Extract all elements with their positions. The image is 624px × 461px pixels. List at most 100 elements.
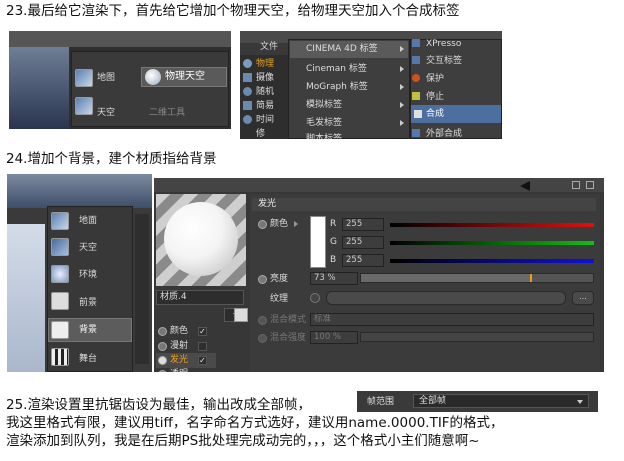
blend-mode-label: 混合模式 xyxy=(270,315,307,325)
channel-luminance-dot xyxy=(158,356,167,365)
channel-color-label[interactable]: 颜色 xyxy=(170,323,188,339)
xpresso-icon xyxy=(412,39,420,47)
channel-transparency-label[interactable]: 透明 xyxy=(170,366,188,372)
side-column xyxy=(135,214,149,364)
color-anim-dot xyxy=(258,220,267,229)
frame-range-value: 全部帧 xyxy=(419,396,447,406)
menu-item-2d-tool[interactable]: 二维工具 xyxy=(149,105,185,121)
lock-icon[interactable] xyxy=(572,181,580,189)
submenu-stop[interactable]: 停止 xyxy=(426,89,444,105)
brightness-anim-dot xyxy=(258,275,267,284)
object-row-6[interactable]: 修 xyxy=(256,126,265,139)
channel-color-dot xyxy=(158,327,167,336)
menu-item-environment[interactable]: 环境 xyxy=(79,267,97,283)
stop-icon xyxy=(412,92,420,100)
material-editor: 材质.4 颜色 ✓ 漫射 发光 ✓ 透明 发光 颜色 R 255 G 255 B… xyxy=(154,178,604,372)
blend-strength-dot xyxy=(258,334,267,343)
expand-icon[interactable] xyxy=(294,221,298,227)
camera-icon xyxy=(243,73,252,82)
step25-line3: 渲染添加到队列，我是在后期PS批处理完成动完的，，，这个格式小主们随意啊~ xyxy=(6,433,480,449)
back-arrow-icon[interactable] xyxy=(520,181,530,191)
submenu-protection[interactable]: 保护 xyxy=(426,71,444,87)
panel-title: 发光 xyxy=(258,199,277,209)
channel-diffuse-checkbox[interactable] xyxy=(198,342,207,351)
r-label: R xyxy=(330,219,337,229)
window-icon[interactable] xyxy=(586,181,594,189)
b-value[interactable]: 255 xyxy=(342,254,384,267)
globe-icon xyxy=(243,59,252,68)
step24-text: 24.增加个背景，建个材质指给背景 xyxy=(6,151,217,167)
submenu-highlight xyxy=(411,105,501,123)
g-label: G xyxy=(330,237,337,247)
brightness-marker xyxy=(530,274,532,282)
step23-text: 23.最后给它渲染下，首先给它增加个物理天空，给物理天空加入个合成标签 xyxy=(6,3,460,19)
pick-cursor-icon[interactable] xyxy=(234,308,248,322)
clock-icon xyxy=(243,115,252,124)
step23-right-screenshot: 文件 物理 摄像 随机 简易 时间 修 CINEMA 4D 标签 Cineman… xyxy=(240,31,502,139)
channel-luminance-checkbox[interactable]: ✓ xyxy=(198,356,207,365)
menu-hair-tags[interactable]: 毛发标签 xyxy=(306,115,342,131)
editor-titlebar xyxy=(154,178,604,192)
menu-item-floor[interactable]: 地图 xyxy=(97,70,115,86)
submenu-arrow-icon xyxy=(400,46,404,52)
material-name: 材质.4 xyxy=(160,292,187,302)
sky-icon xyxy=(51,238,69,256)
step25-line2: 我这里格式有限，建议用tiff，名字命名方式选好，建议用name.0000.TI… xyxy=(6,415,504,431)
menu-mograph-tags[interactable]: MoGraph 标签 xyxy=(306,79,368,95)
r-slider[interactable] xyxy=(390,223,594,227)
r-value[interactable]: 255 xyxy=(342,218,384,231)
submenu-arrow-icon xyxy=(400,102,404,108)
preview-sphere xyxy=(164,202,238,276)
viewport-sky xyxy=(9,47,69,129)
background-icon xyxy=(51,321,69,339)
menu-item-sky[interactable]: 天空 xyxy=(97,105,115,121)
menu-c4d-tags[interactable]: CINEMA 4D 标签 xyxy=(306,41,378,57)
submenu-external-compositing[interactable]: 外部合成 xyxy=(426,126,462,139)
menu-script-tags[interactable]: 脚本标签 xyxy=(306,131,342,139)
menu-item-foreground[interactable]: 前景 xyxy=(79,295,97,311)
brightness-fill xyxy=(361,274,530,282)
submenu-xpresso[interactable]: XPresso xyxy=(426,36,461,52)
texture-label: 纹理 xyxy=(270,294,289,304)
interaction-icon xyxy=(412,56,420,64)
color-label: 颜色 xyxy=(270,219,289,229)
b-slider[interactable] xyxy=(390,259,594,263)
color-swatch[interactable] xyxy=(310,216,326,268)
floor-icon xyxy=(51,212,69,230)
brightness-label: 亮度 xyxy=(270,274,289,284)
stage-icon xyxy=(51,348,69,366)
submenu-arrow-icon xyxy=(400,84,404,90)
b-label: B xyxy=(330,255,337,265)
step24-left-screenshot: 地面 天空 环境 前景 背景 舞台 xyxy=(7,174,152,372)
texture-field[interactable] xyxy=(326,291,566,305)
blend-strength-slider[interactable] xyxy=(360,332,594,342)
chevron-down-icon xyxy=(577,400,583,404)
g-slider[interactable] xyxy=(390,241,594,245)
submenu-compositing[interactable]: 合成 xyxy=(426,106,444,122)
menu-item-floor[interactable]: 地面 xyxy=(79,213,97,229)
texture-add-icon[interactable] xyxy=(310,293,320,303)
g-value[interactable]: 255 xyxy=(342,236,384,249)
menu-simulation-tags[interactable]: 模拟标签 xyxy=(306,97,342,113)
brightness-value[interactable]: 73 % xyxy=(310,272,358,285)
viewport-top xyxy=(7,174,152,208)
protection-icon xyxy=(412,74,420,82)
floor-icon xyxy=(75,69,93,87)
simple-icon xyxy=(243,101,252,110)
texture-browse-button[interactable]: ... xyxy=(572,291,594,305)
viewport-stage xyxy=(7,224,45,372)
menu-cineman-tags[interactable]: Cineman 标签 xyxy=(306,61,367,77)
blend-strength-value[interactable]: 100 % xyxy=(310,331,358,344)
step25-line1: 25.渲染设置里抗锯齿设为最佳，输出改成全部帧， xyxy=(6,397,311,413)
external-compositing-icon xyxy=(412,129,420,137)
submenu-arrow-icon xyxy=(400,120,404,126)
menu-item-sky[interactable]: 天空 xyxy=(79,240,97,256)
frame-range-label: 帧范围 xyxy=(367,397,395,407)
submenu-arrow-icon xyxy=(400,66,404,72)
foreground-icon xyxy=(51,292,69,310)
menu-item-stage[interactable]: 舞台 xyxy=(79,351,97,367)
channel-color-checkbox[interactable]: ✓ xyxy=(198,327,207,336)
blend-mode-value[interactable]: 标准 xyxy=(310,313,594,326)
file-menu[interactable]: 文件 xyxy=(260,39,278,55)
submenu-interaction[interactable]: 交互标签 xyxy=(426,53,462,69)
